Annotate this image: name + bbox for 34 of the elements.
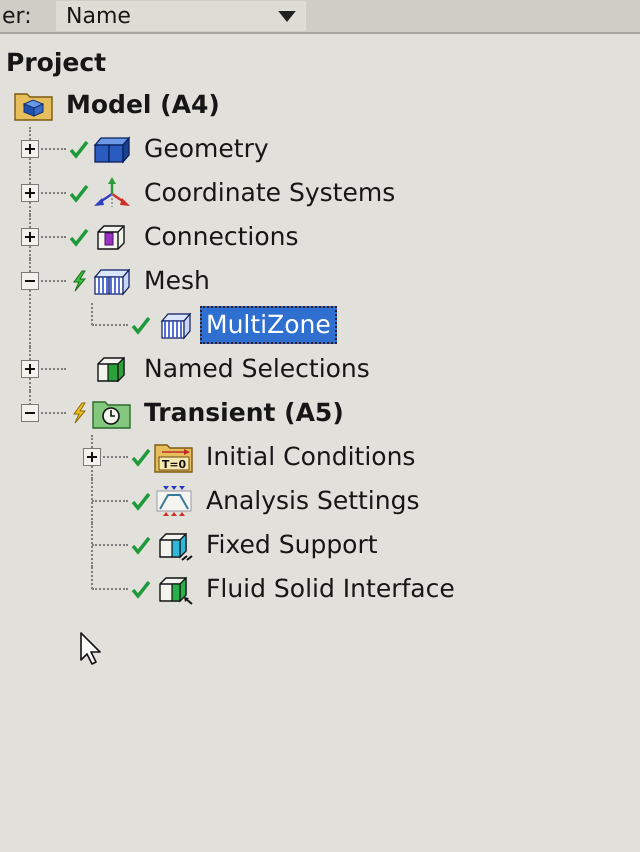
expand-toggle[interactable]	[21, 140, 39, 158]
check-icon	[68, 138, 90, 160]
axes-icon	[92, 177, 132, 209]
expand-toggle[interactable]	[21, 360, 39, 378]
tree-item[interactable]: Analysis Settings	[200, 482, 426, 520]
caret-icon	[278, 10, 296, 22]
tree-title: Project	[5, 47, 108, 79]
tree-item[interactable]: Named Selections	[138, 350, 376, 388]
load-curve-icon	[154, 485, 194, 517]
expand-toggle[interactable]	[83, 448, 101, 466]
check-icon	[130, 490, 152, 512]
expand-toggle[interactable]	[21, 184, 39, 202]
tree-item[interactable]: Coordinate Systems	[138, 174, 402, 212]
filter-label: er:	[1, 4, 33, 28]
check-icon	[68, 182, 90, 204]
check-icon	[130, 446, 152, 468]
collapse-toggle[interactable]	[21, 404, 39, 422]
tree-item[interactable]: Transient (A5)	[138, 394, 350, 432]
check-icon	[130, 534, 152, 556]
check-icon	[130, 578, 152, 600]
tree-item[interactable]: MultiZone	[200, 306, 337, 344]
collapse-toggle[interactable]	[21, 272, 39, 290]
expand-toggle[interactable]	[21, 228, 39, 246]
check-icon	[130, 314, 152, 336]
check-icon	[68, 226, 90, 248]
filter-dropdown[interactable]: Name	[56, 1, 306, 31]
tree-item[interactable]: Fluid Solid Interface	[200, 570, 461, 608]
tree-item[interactable]: Geometry	[138, 130, 275, 168]
tree-item[interactable]: Initial Conditions	[200, 438, 422, 476]
tree-item[interactable]: Model (A4)	[60, 86, 226, 124]
tree-item[interactable]: Connections	[138, 218, 304, 256]
tree-item[interactable]: Fixed Support	[200, 526, 384, 564]
cursor-icon	[80, 632, 102, 666]
tree-item[interactable]: Mesh	[138, 262, 216, 300]
